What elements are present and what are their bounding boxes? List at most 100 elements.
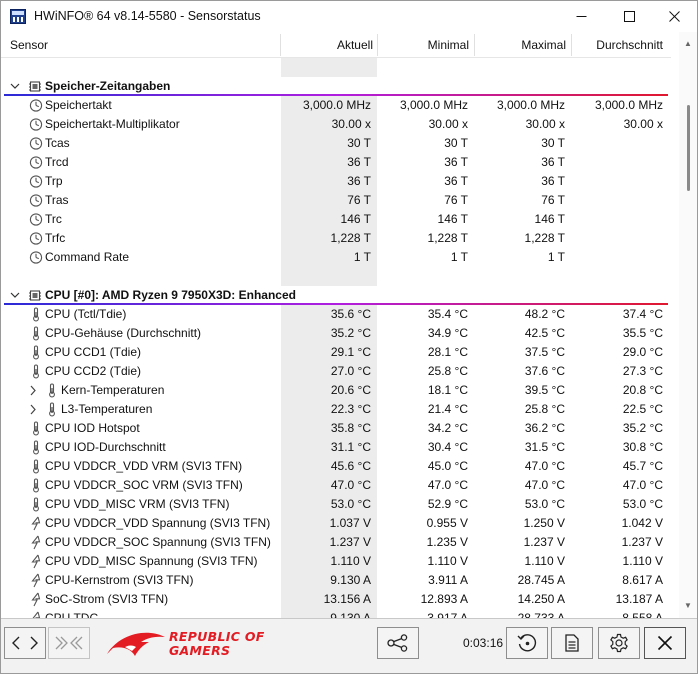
group-header[interactable]: CPU [#0]: AMD Ryzen 9 7950X3D: Enhanced (1, 286, 671, 305)
sensor-name: CPU IOD Hotspot (45, 421, 140, 435)
sensor-row[interactable]: Trcd 36 T 36 T 36 T (1, 153, 671, 172)
value-minimum: 30.4 °C (427, 440, 468, 454)
sensor-row[interactable]: Speichertakt 3,000.0 MHz 3,000.0 MHz 3,000.… (1, 96, 671, 115)
sensor-name: Command Rate (45, 250, 130, 264)
lightning-icon (29, 554, 43, 569)
value-maximum: 28.733 A (517, 611, 565, 618)
sensor-row[interactable]: CPU VDDCR_VDD VRM (SVI3 TFN) 45.6 °C 45.0 … (1, 457, 671, 476)
close-icon (668, 11, 680, 22)
sensor-row[interactable]: CPU IOD Hotspot 35.8 °C 34.2 °C 36.2 °C 35.2… (1, 419, 671, 438)
scroll-down-arrow-icon[interactable]: ▼ (683, 602, 693, 610)
sensor-row[interactable]: CPU VDDCR_SOC VRM (SVI3 TFN) 47.0 °C 47.0 … (1, 476, 671, 495)
value-minimum: 1 T (450, 250, 468, 264)
sensor-row[interactable]: Trc 146 T 146 T 146 T (1, 210, 671, 229)
expand-chevron-icon[interactable] (27, 381, 39, 400)
sensor-row[interactable]: SoC-Strom (SVI3 TFN) 13.156 A 12.893 A 14.2… (1, 590, 671, 609)
share-button[interactable] (377, 627, 419, 659)
rog-eye-icon (107, 632, 165, 656)
sensor-row[interactable]: CPU CCD2 (Tdie) 27.0 °C 25.8 °C 37.6 °C 27.3… (1, 362, 671, 381)
column-minimum[interactable]: Minimal (377, 32, 469, 58)
expand-chevron-icon[interactable] (27, 400, 39, 419)
value-minimum: 18.1 °C (427, 383, 468, 397)
reset-button[interactable] (506, 627, 548, 659)
value-minimum: 52.9 °C (427, 497, 468, 511)
sensor-row[interactable]: CPU-Gehäuse (Durchschnitt) 35.2 °C 34.9 °C… (1, 324, 671, 343)
document-icon (565, 634, 579, 652)
rog-brand-line-2: GAMERS (169, 643, 231, 658)
window-title: HWiNFO® 64 v8.14-5580 - Sensorstatus (34, 9, 261, 23)
clock-icon (29, 155, 43, 170)
value-minimum: 34.2 °C (427, 421, 468, 435)
sensor-row[interactable]: CPU VDD_MISC VRM (SVI3 TFN) 53.0 °C 52.9 °… (1, 495, 671, 514)
sensor-name: Trfc (45, 231, 66, 245)
sensor-name: CPU-Gehäuse (Durchschnitt) (45, 326, 202, 340)
value-current: 53.0 °C (281, 495, 377, 514)
elapsed-time: 0:03:16 (463, 636, 504, 650)
scroll-up-arrow-icon[interactable]: ▲ (683, 40, 693, 48)
thermometer-icon (29, 364, 43, 379)
column-sensor[interactable]: Sensor (10, 32, 48, 58)
column-current[interactable]: Aktuell (281, 32, 373, 58)
sensor-grid[interactable]: Speicher-Zeitangaben Speichertakt 3,000.0 … (1, 58, 671, 618)
sensor-name: Speichertakt (45, 98, 112, 112)
sensor-row[interactable]: CPU VDD_MISC Spannung (SVI3 TFN) 1.110 V 1… (1, 552, 671, 571)
sensor-row[interactable]: Trfc 1,228 T 1,228 T 1,228 T (1, 229, 671, 248)
value-minimum: 146 T (437, 212, 468, 226)
value-minimum: 28.1 °C (427, 345, 468, 359)
gear-icon (610, 633, 628, 653)
sensor-name: CPU CCD2 (Tdie) (45, 364, 142, 378)
rog-brand-line-1: REPUBLIC OF (169, 629, 265, 644)
navigate-back-forward-button[interactable] (4, 627, 46, 659)
thermometer-icon (29, 421, 43, 436)
value-average: 35.5 °C (622, 326, 663, 340)
column-average[interactable]: Durchschnitt (571, 32, 663, 58)
title-bar[interactable]: HWiNFO® 64 v8.14-5580 - Sensorstatus (1, 1, 697, 32)
value-maximum: 47.0 °C (524, 478, 565, 492)
sensor-row[interactable]: CPU CCD1 (Tdie) 29.1 °C 28.1 °C 37.5 °C 29.0… (1, 343, 671, 362)
close-sensors-button[interactable] (644, 627, 686, 659)
sensor-row[interactable]: CPU VDDCR_SOC Spannung (SVI3 TFN) 1.237 V… (1, 533, 671, 552)
clock-icon (29, 250, 43, 265)
value-current: 20.6 °C (281, 381, 377, 400)
sensor-row[interactable]: CPU IOD-Durchschnitt 31.1 °C 30.4 °C 31.5 °… (1, 438, 671, 457)
value-current: 1.037 V (281, 514, 377, 533)
value-maximum: 3,000.0 MHz (496, 98, 565, 112)
footer-toolbar: REPUBLIC OF GAMERS 0:03:16 (1, 618, 697, 673)
close-window-button[interactable] (651, 1, 697, 32)
spacer-row (1, 267, 671, 286)
sensor-row[interactable]: Tcas 30 T 30 T 30 T (1, 134, 671, 153)
maximize-button[interactable] (606, 1, 652, 32)
log-report-button[interactable] (551, 627, 593, 659)
value-maximum: 76 T (541, 193, 565, 207)
sensor-name: Tras (45, 193, 69, 207)
value-current: 1 T (281, 248, 377, 267)
scroll-thumb[interactable] (687, 105, 690, 191)
sensor-row[interactable]: Trp 36 T 36 T 36 T (1, 172, 671, 191)
settings-button[interactable] (598, 627, 640, 659)
value-average: 30.00 x (623, 117, 663, 131)
sensor-row[interactable]: CPU TDC 9.130 A 3.917 A 28.733 A 8.558 A (1, 609, 671, 618)
vertical-scrollbar[interactable]: ▲ ▼ (679, 32, 697, 618)
sensor-name: Tcas (45, 136, 70, 150)
sensor-row[interactable]: CPU-Kernstrom (SVI3 TFN) 9.130 A 3.911 A 28… (1, 571, 671, 590)
sensor-row[interactable]: Command Rate 1 T 1 T 1 T (1, 248, 671, 267)
sensor-row[interactable]: Tras 76 T 76 T 76 T (1, 191, 671, 210)
column-header: Sensor Aktuell Minimal Maximal Durchschn… (1, 32, 671, 58)
hwinfo-window: HWiNFO® 64 v8.14-5580 - Sensorstatus Sen… (0, 0, 698, 674)
value-average: 27.3 °C (622, 364, 663, 378)
value-current: 1.237 V (281, 533, 377, 552)
column-maximum[interactable]: Maximal (474, 32, 566, 58)
sensor-row[interactable]: CPU VDDCR_VDD Spannung (SVI3 TFN) 1.037 V… (1, 514, 671, 533)
expand-collapse-button[interactable] (48, 627, 90, 659)
value-maximum: 36 T (541, 174, 565, 188)
group-header[interactable]: Speicher-Zeitangaben (1, 77, 671, 96)
value-maximum: 53.0 °C (524, 497, 565, 511)
sensor-row[interactable]: CPU (Tctl/Tdie) 35.6 °C 35.4 °C 48.2 °C 37.4… (1, 305, 671, 324)
sensor-name: Trc (45, 212, 62, 226)
sensor-row[interactable]: Speichertakt-Multiplikator 30.00 x 30.00 x… (1, 115, 671, 134)
sensor-row[interactable]: L3-Temperaturen 22.3 °C 21.4 °C 25.8 °C 22.5… (1, 400, 671, 419)
minimize-button[interactable] (558, 1, 604, 32)
sensor-row[interactable]: Kern-Temperaturen 20.6 °C 18.1 °C 39.5 °C 20… (1, 381, 671, 400)
sensor-name: CPU CCD1 (Tdie) (45, 345, 142, 359)
sensor-name: Speichertakt-Multiplikator (45, 117, 180, 131)
